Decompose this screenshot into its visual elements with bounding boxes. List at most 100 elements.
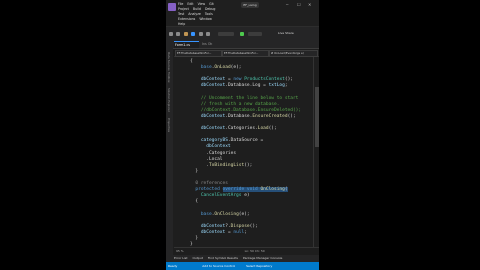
editor-status-bar: 95 % Ln: 50 Ch: 50	[174, 247, 319, 255]
code-line[interactable]: //dbContext.Database.EnsureDeleted();	[190, 108, 301, 113]
type-dropdown[interactable]: EF.TheDatabaseWinFor...	[222, 50, 269, 57]
code-token: protected	[190, 187, 223, 193]
code-line[interactable]: dbContext.Database.Log = txtLog;	[190, 83, 288, 88]
vertical-scrollbar[interactable]	[313, 57, 319, 247]
code-token: dbContext	[190, 229, 226, 235]
code-editor[interactable]: { base.OnLoad(e); dbContext = new Produc…	[174, 57, 313, 247]
code-token: new	[233, 77, 245, 83]
menu-project[interactable]: Project	[178, 7, 189, 11]
config-dropdown[interactable]	[218, 32, 234, 36]
code-line[interactable]: categoryBS.DataSource =	[190, 138, 263, 143]
code-token: base	[190, 65, 212, 71]
code-line[interactable]: 0 references	[190, 181, 228, 186]
code-token: override	[222, 187, 247, 193]
code-token: //dbContext.Database.EnsureDeleted();	[190, 107, 302, 113]
undo-icon[interactable]	[199, 32, 203, 36]
sidebar-item-solution-explorer[interactable]: Solution Explorer	[167, 88, 171, 112]
menu-build[interactable]: Build	[193, 7, 201, 11]
select-repository-button[interactable]: Select Repository	[246, 264, 272, 268]
code-line[interactable]: // fresh with a new database.	[190, 102, 280, 107]
menu-file[interactable]: File	[178, 2, 183, 6]
tab-form1[interactable]: Form1.cs	[174, 41, 199, 48]
status-ready: Ready	[168, 264, 178, 268]
tab-find-symbol-results[interactable]: Find Symbol Results	[208, 256, 238, 260]
member-dropdown[interactable]: Ø OnLoad(EventArgs e)	[269, 50, 318, 57]
code-line[interactable]: dbContext.Database.EnsureCreated();	[190, 114, 296, 119]
code-line[interactable]: .ToBindingList();	[190, 163, 252, 168]
tab-package-manager-console[interactable]: Package Manager Console	[243, 256, 282, 260]
code-token: null	[233, 229, 245, 235]
tab-second[interactable]: Ins Ok	[202, 41, 212, 47]
code-token: .Local	[190, 156, 223, 162]
project-name-badge[interactable]: EF_using	[241, 2, 259, 8]
debug-target-dropdown[interactable]	[248, 32, 262, 36]
scrollbar-thumb[interactable]	[315, 87, 319, 147]
project-dropdown[interactable]: EF.TheDatabaseWinFor...	[175, 50, 222, 57]
maximize-icon[interactable]: ☐	[297, 2, 301, 7]
menu-edit[interactable]: Edit	[187, 2, 193, 6]
menu-window[interactable]: Window	[199, 17, 212, 21]
code-token: (e);	[230, 65, 242, 71]
code-line[interactable]: protected override void OnClosing(	[190, 187, 288, 193]
code-token: ();	[268, 126, 277, 132]
sidebar-item-properties[interactable]: Properties	[167, 118, 171, 132]
visual-studio-window: File Edit View Git Project Build Debug T…	[166, 0, 319, 270]
code-line[interactable]: {	[190, 199, 198, 204]
menu-git[interactable]: Git	[209, 2, 214, 6]
code-line[interactable]: .Local	[190, 156, 223, 162]
redo-icon[interactable]	[206, 32, 210, 36]
code-token: OnClosing	[214, 211, 239, 217]
add-to-source-control-button[interactable]: Add to Source Control	[202, 264, 235, 268]
menu-view[interactable]: View	[198, 2, 206, 6]
toolbar	[166, 26, 319, 40]
live-share-button[interactable]: Live Share	[278, 31, 294, 35]
visual-studio-logo-icon	[168, 3, 176, 11]
menu-analyze[interactable]: Analyze	[188, 12, 201, 16]
code-token: void	[246, 187, 261, 193]
menu-row-2: Project Build Debug	[178, 7, 218, 11]
code-token: dbContext	[190, 77, 226, 83]
code-line[interactable]: }	[190, 169, 198, 174]
start-icon[interactable]	[240, 32, 244, 36]
code-line[interactable]: dbContext?.Dispose();	[190, 224, 258, 229]
code-line[interactable]: base.OnClosing(e);	[190, 212, 250, 217]
cursor-position: Ln: 50 Ch: 50	[244, 249, 265, 253]
code-token: dbContext	[190, 144, 231, 150]
code-token: ();	[249, 223, 258, 229]
code-token: ;	[244, 229, 247, 235]
menu-debug[interactable]: Debug	[205, 7, 215, 11]
code-line[interactable]: dbContext	[190, 144, 231, 150]
code-token: ();	[244, 162, 253, 168]
tab-output[interactable]: Output	[192, 256, 202, 260]
zoom-level[interactable]: 95 %	[176, 249, 184, 253]
code-token: }	[190, 168, 199, 174]
code-token: {	[190, 59, 193, 64]
sidebar-item-toolbox[interactable]: Toolbox	[167, 72, 171, 83]
code-line[interactable]: dbContext = null;	[190, 230, 247, 235]
code-line[interactable]: }	[190, 236, 198, 241]
code-line[interactable]: {	[190, 59, 193, 64]
menu-test[interactable]: Test	[178, 12, 184, 16]
code-token: {	[190, 199, 199, 205]
save-icon[interactable]	[191, 32, 195, 36]
code-line[interactable]: .Categories	[190, 151, 236, 156]
sidebar-item-data-sources[interactable]: Data Sources	[167, 52, 171, 71]
code-line[interactable]: base.OnLoad(e);	[190, 65, 242, 70]
line-gutter	[174, 57, 188, 247]
code-line[interactable]: dbContext.Categories.Load();	[190, 126, 277, 131]
menu-tools[interactable]: Tools	[205, 12, 213, 16]
forward-icon[interactable]	[176, 32, 180, 36]
tab-error-list[interactable]: Error List	[174, 256, 188, 260]
minimize-icon[interactable]: ─	[286, 2, 288, 7]
code-token: 0 references	[190, 181, 228, 186]
close-icon[interactable]: ✕	[308, 2, 311, 7]
open-folder-icon[interactable]	[184, 32, 188, 36]
code-line[interactable]: // Uncomment the line below to start	[190, 96, 299, 101]
back-icon[interactable]	[169, 32, 173, 36]
code-token: (	[284, 187, 288, 193]
code-token: .Database	[225, 83, 250, 89]
code-token: Load	[257, 126, 269, 132]
code-line[interactable]: CancelEventArgs e)	[190, 193, 250, 198]
code-line[interactable]: dbContext = new ProductsContext();	[190, 77, 293, 82]
menu-extensions[interactable]: Extensions	[178, 17, 195, 21]
